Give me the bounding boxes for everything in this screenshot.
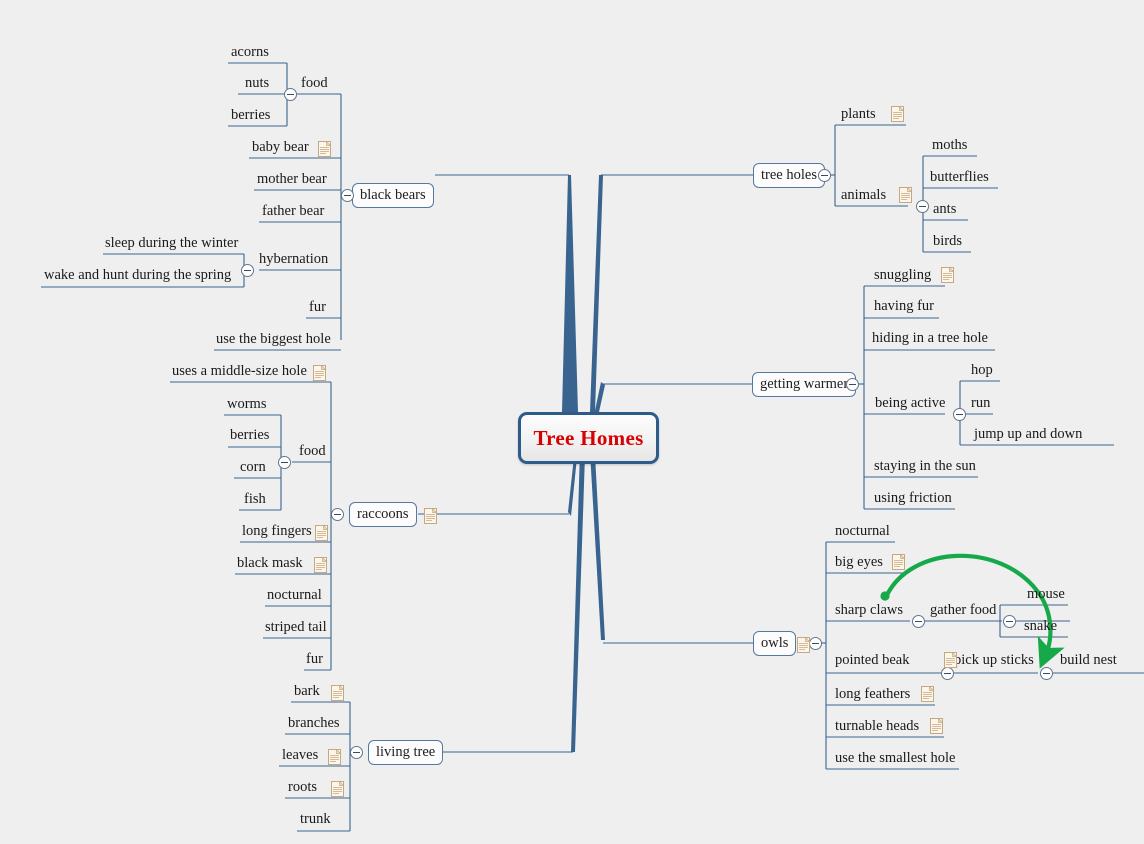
label-berries-raccoon[interactable]: berries xyxy=(230,428,269,443)
label-nuts[interactable]: nuts xyxy=(245,76,269,91)
label-birds[interactable]: birds xyxy=(933,234,962,249)
label-turnable-heads[interactable]: turnable heads xyxy=(835,719,919,734)
collapse-toggle-animals[interactable] xyxy=(916,200,929,213)
label-sharp-claws[interactable]: sharp claws xyxy=(835,603,903,618)
branch-node-raccoons[interactable]: raccoons xyxy=(349,502,417,527)
label-ants[interactable]: ants xyxy=(933,202,956,217)
label-long-fingers[interactable]: long fingers xyxy=(242,524,312,539)
label-pick-up-sticks[interactable]: pick up sticks xyxy=(954,653,1034,668)
label-bark[interactable]: bark xyxy=(294,684,320,699)
note-icon-animals[interactable] xyxy=(899,187,912,203)
branch-node-black-bears[interactable]: black bears xyxy=(352,183,434,208)
note-icon-middle-hole[interactable] xyxy=(313,365,326,381)
label-animals[interactable]: animals xyxy=(841,188,886,203)
label-trunk[interactable]: trunk xyxy=(300,812,331,827)
mindmap-canvas: Tree Homes black bears raccoons living t… xyxy=(0,0,1144,844)
label-jump-up-down[interactable]: jump up and down xyxy=(974,427,1082,442)
branch-node-owls[interactable]: owls xyxy=(753,631,797,656)
label-nocturnal-raccoon[interactable]: nocturnal xyxy=(267,588,322,603)
label-using-friction[interactable]: using friction xyxy=(874,491,952,506)
collapse-toggle-being-active[interactable] xyxy=(953,408,966,421)
note-icon-roots[interactable] xyxy=(331,781,344,797)
label-long-feathers[interactable]: long feathers xyxy=(835,687,910,702)
label-father-bear[interactable]: father bear xyxy=(262,204,324,219)
label-moths[interactable]: moths xyxy=(932,138,967,153)
label-corn[interactable]: corn xyxy=(240,460,266,475)
note-icon-black-mask[interactable] xyxy=(314,557,327,573)
note-icon-leaves[interactable] xyxy=(328,749,341,765)
note-icon-long-fingers[interactable] xyxy=(315,525,328,541)
note-icon-plants[interactable] xyxy=(891,106,904,122)
label-gather-food[interactable]: gather food xyxy=(930,603,996,618)
collapse-toggle-living-tree[interactable] xyxy=(350,746,363,759)
note-icon-pointed-beak[interactable] xyxy=(944,652,957,668)
label-branches[interactable]: branches xyxy=(288,716,340,731)
collapse-toggle-gather-food[interactable] xyxy=(1003,615,1016,628)
label-hop[interactable]: hop xyxy=(971,363,993,378)
label-mother-bear[interactable]: mother bear xyxy=(257,172,327,187)
label-pointed-beak[interactable]: pointed beak xyxy=(835,653,910,668)
label-fur-bear[interactable]: fur xyxy=(309,300,326,315)
collapse-toggle-owls[interactable] xyxy=(809,637,822,650)
label-fish[interactable]: fish xyxy=(244,492,266,507)
note-icon-long-feathers[interactable] xyxy=(921,686,934,702)
label-run[interactable]: run xyxy=(971,396,990,411)
branch-node-tree-holes[interactable]: tree holes xyxy=(753,163,825,188)
label-biggest-hole[interactable]: use the biggest hole xyxy=(216,332,331,347)
collapse-toggle-food-bear[interactable] xyxy=(284,88,297,101)
branch-node-getting-warmer[interactable]: getting warmer xyxy=(752,372,857,397)
label-berries-bear[interactable]: berries xyxy=(231,108,270,123)
label-middle-hole[interactable]: uses a middle-size hole xyxy=(172,364,307,379)
note-icon-big-eyes[interactable] xyxy=(892,554,905,570)
label-smallest-hole[interactable]: use the smallest hole xyxy=(835,751,955,766)
collapse-toggle-black-bears[interactable] xyxy=(341,189,354,202)
note-icon-raccoons[interactable] xyxy=(424,508,437,524)
central-node[interactable]: Tree Homes xyxy=(518,412,659,464)
label-leaves[interactable]: leaves xyxy=(282,748,318,763)
label-nocturnal-owl[interactable]: nocturnal xyxy=(835,524,890,539)
collapse-toggle-pick-up-sticks[interactable] xyxy=(1040,667,1053,680)
label-having-fur[interactable]: having fur xyxy=(874,299,934,314)
label-hybernation[interactable]: hybernation xyxy=(259,252,328,267)
label-plants[interactable]: plants xyxy=(841,107,876,122)
label-fur-raccoon[interactable]: fur xyxy=(306,652,323,667)
label-big-eyes[interactable]: big eyes xyxy=(835,555,883,570)
label-worms[interactable]: worms xyxy=(227,397,266,412)
label-acorns[interactable]: acorns xyxy=(231,45,269,60)
label-baby-bear[interactable]: baby bear xyxy=(252,140,309,155)
branch-node-living-tree[interactable]: living tree xyxy=(368,740,444,765)
label-food-bear[interactable]: food xyxy=(301,76,328,91)
label-build-nest[interactable]: build nest xyxy=(1060,653,1117,668)
label-mouse[interactable]: mouse xyxy=(1027,587,1065,602)
collapse-toggle-pointed-beak[interactable] xyxy=(941,667,954,680)
label-wake-spring[interactable]: wake and hunt during the spring xyxy=(44,268,231,283)
note-icon-turnable-heads[interactable] xyxy=(930,718,943,734)
label-snake[interactable]: snake xyxy=(1024,619,1057,634)
collapse-toggle-tree-holes[interactable] xyxy=(818,169,831,182)
note-icon-baby-bear[interactable] xyxy=(318,141,331,157)
note-icon-bark[interactable] xyxy=(331,685,344,701)
collapse-toggle-hybernation[interactable] xyxy=(241,264,254,277)
label-butterflies[interactable]: butterflies xyxy=(930,170,989,185)
label-staying-sun[interactable]: staying in the sun xyxy=(874,459,976,474)
label-sleep-winter[interactable]: sleep during the winter xyxy=(105,236,238,251)
label-snuggling[interactable]: snuggling xyxy=(874,268,931,283)
label-striped-tail[interactable]: striped tail xyxy=(265,620,327,635)
collapse-toggle-sharp-claws[interactable] xyxy=(912,615,925,628)
label-food-raccoon[interactable]: food xyxy=(299,444,326,459)
collapse-toggle-getting-warmer[interactable] xyxy=(846,378,859,391)
collapse-toggle-food-raccoon[interactable] xyxy=(278,456,291,469)
label-black-mask[interactable]: black mask xyxy=(237,556,303,571)
collapse-toggle-raccoons[interactable] xyxy=(331,508,344,521)
label-hiding-tree-hole[interactable]: hiding in a tree hole xyxy=(872,331,988,346)
note-icon-owls[interactable] xyxy=(797,637,810,653)
label-roots[interactable]: roots xyxy=(288,780,317,795)
note-icon-snuggling[interactable] xyxy=(941,267,954,283)
label-being-active[interactable]: being active xyxy=(875,396,945,411)
